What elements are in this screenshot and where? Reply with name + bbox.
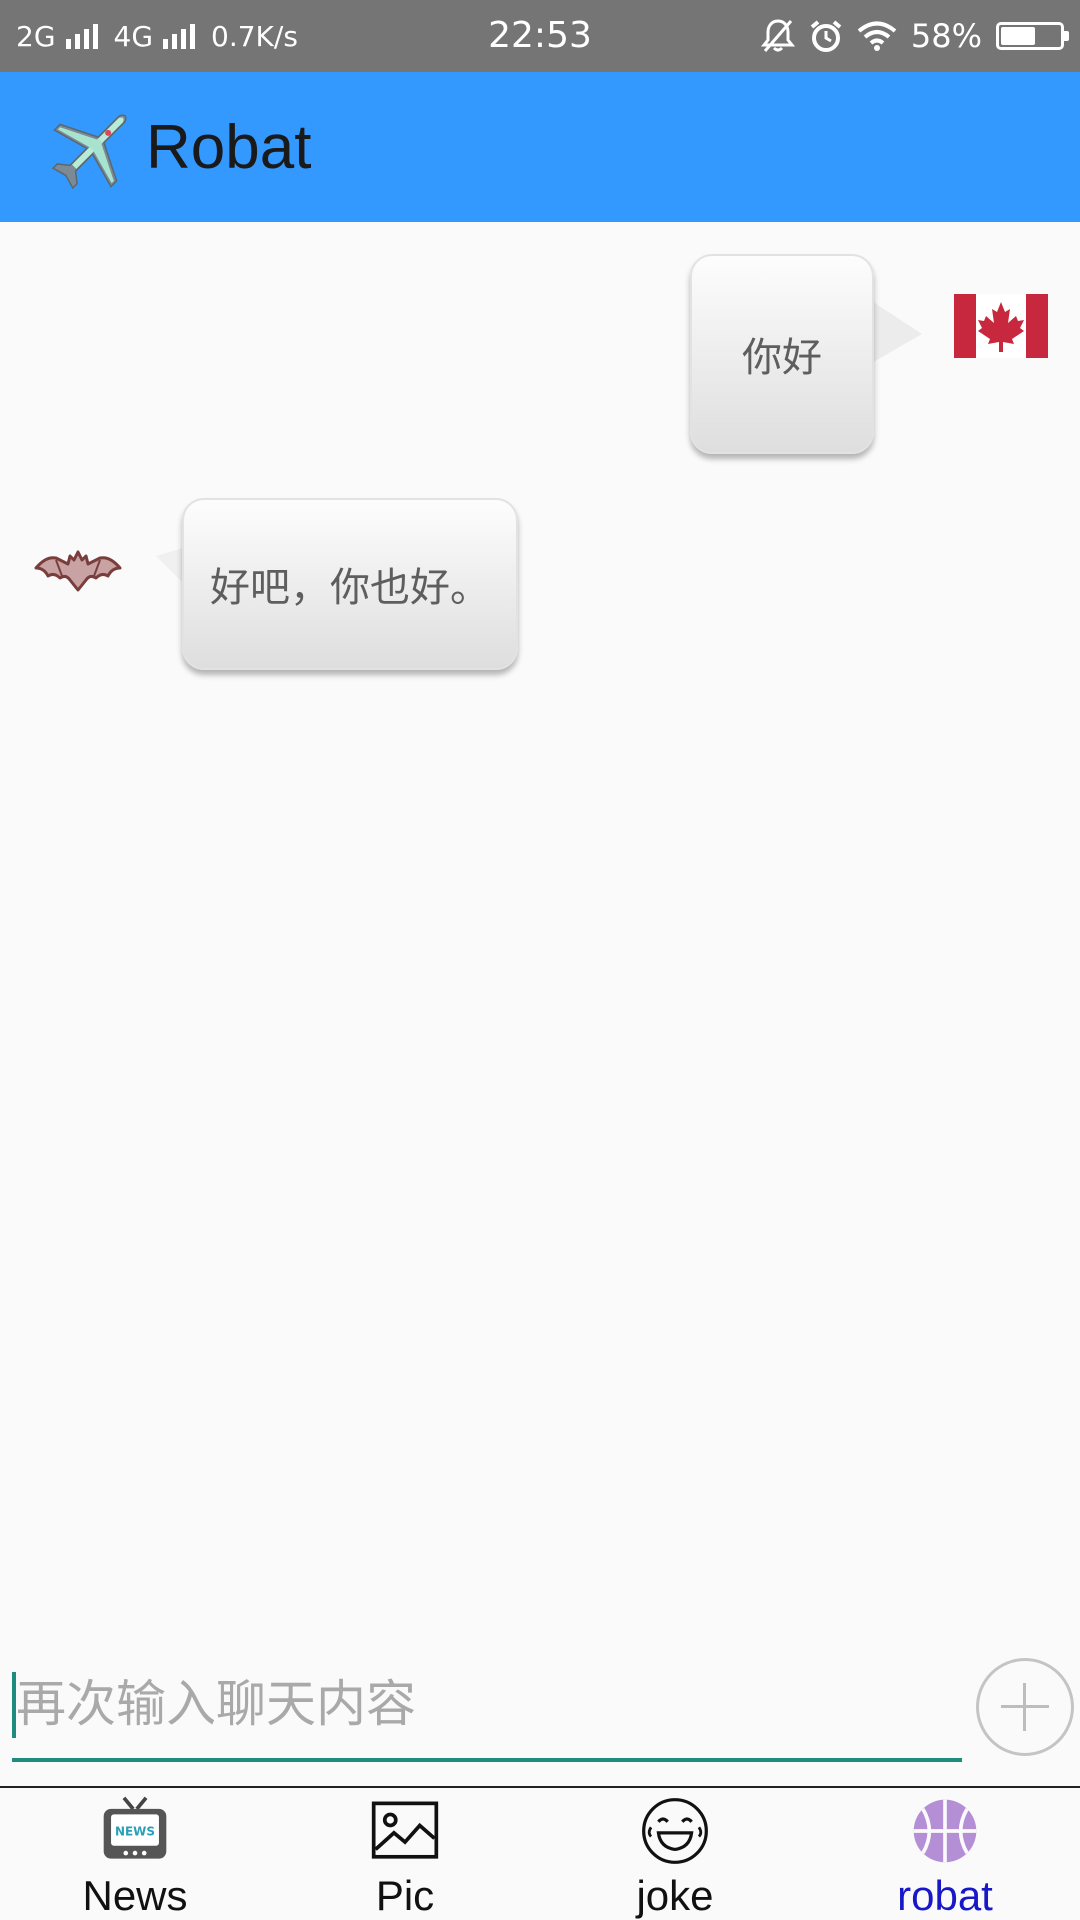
nav-label: News <box>82 1872 188 1919</box>
alarm-icon <box>810 20 842 52</box>
nav-item-robat[interactable]: robat <box>810 1788 1080 1920</box>
nav-label: joke <box>636 1872 714 1919</box>
battery-level <box>1001 27 1035 45</box>
app-title: Robat <box>146 112 312 182</box>
battery-percent: 58% <box>910 17 982 55</box>
basketball-icon <box>913 1799 977 1863</box>
signal-icon <box>65 23 98 49</box>
bubble-tail <box>870 300 922 364</box>
laughing-face-icon <box>642 1798 708 1864</box>
input-underline <box>12 1758 962 1762</box>
user-message-bubble[interactable]: 你好 <box>690 254 874 454</box>
message-text: 好吧，你也好。 <box>210 565 490 611</box>
nav-item-joke[interactable]: joke <box>540 1788 810 1920</box>
network-type-2: 4G <box>113 19 154 53</box>
nav-label: robat <box>897 1872 993 1919</box>
notification-off-icon <box>760 19 795 52</box>
status-bar: 2G 4G 0.7K/s 22:53 58% <box>0 0 1080 72</box>
nav-item-pic[interactable]: Pic <box>270 1788 540 1920</box>
airplane-icon <box>51 114 127 190</box>
nav-label: Pic <box>375 1872 435 1919</box>
battery-icon <box>996 22 1069 50</box>
nav-item-news[interactable]: NEWS News <box>0 1788 270 1920</box>
signal-icon <box>163 23 196 49</box>
canada-flag-icon[interactable] <box>954 294 1048 358</box>
status-right: 58% <box>760 0 1069 72</box>
network-type-1: 2G <box>16 19 56 53</box>
picture-icon <box>371 1801 439 1859</box>
news-tv-icon: NEWS <box>103 1796 167 1859</box>
svg-text:NEWS: NEWS <box>115 1825 155 1839</box>
wifi-icon <box>857 21 897 51</box>
robat-chat-screen: 2G 4G 0.7K/s 22:53 58% Robat 你好 好吧，你也好。 … <box>0 0 1080 1920</box>
app-bar: Robat <box>0 72 1080 222</box>
chat-message-list[interactable]: 你好 好吧，你也好。 <box>0 222 1080 1642</box>
bot-message-bubble[interactable]: 好吧，你也好。 <box>182 498 518 670</box>
plus-circle-icon[interactable] <box>976 1658 1074 1756</box>
chat-input[interactable] <box>12 1672 966 1736</box>
bat-icon[interactable] <box>34 546 122 596</box>
status-left: 2G 4G 0.7K/s <box>16 0 298 72</box>
bottom-navigation: NEWS News Pic joke robat <box>0 1786 1080 1920</box>
message-input-row <box>0 1642 1080 1786</box>
network-speed: 0.7K/s <box>211 19 298 53</box>
message-text: 你好 <box>742 335 822 381</box>
